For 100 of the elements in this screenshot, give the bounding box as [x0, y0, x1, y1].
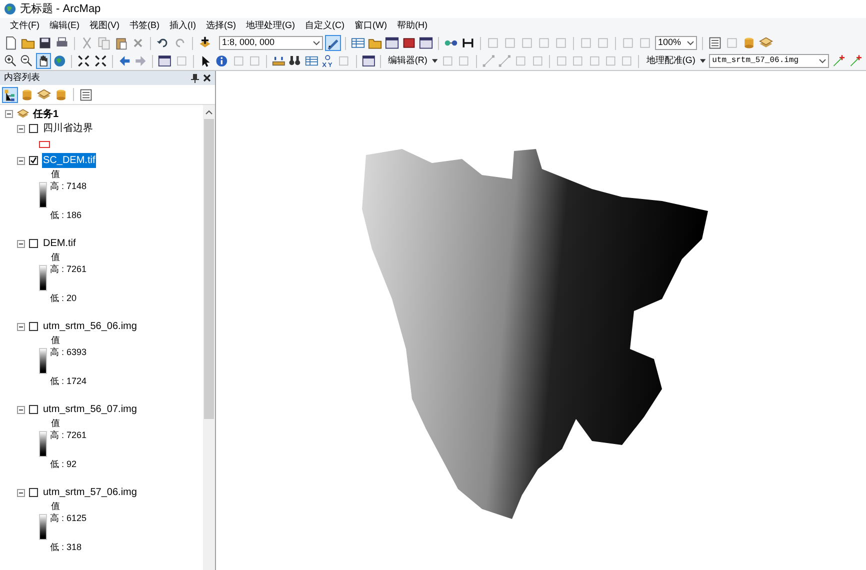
close-icon[interactable]	[203, 74, 211, 82]
layer-checkbox[interactable]	[29, 124, 38, 133]
layer-checkbox[interactable]	[29, 405, 38, 414]
legend-heading: 值	[50, 251, 61, 263]
window-icon[interactable]	[362, 54, 375, 68]
menu-item[interactable]: 视图(V)	[88, 19, 122, 33]
xy-icon[interactable]	[321, 54, 334, 68]
paste-icon[interactable]	[114, 36, 128, 50]
save-icon[interactable]	[38, 36, 52, 50]
legend-label: 高 : 7261	[50, 429, 87, 442]
globe-icon	[4, 3, 16, 15]
ruler-icon[interactable]	[272, 54, 286, 68]
delete-icon[interactable]	[131, 36, 145, 50]
scrollbar[interactable]	[203, 105, 215, 570]
menu-item[interactable]: 插入(I)	[168, 19, 198, 33]
group-name[interactable]: 任务1	[33, 106, 59, 122]
new-document-icon[interactable]	[4, 36, 18, 50]
layer-checkbox[interactable]	[29, 322, 38, 331]
menu-item[interactable]: 地理处理(G)	[244, 19, 297, 33]
database-icon[interactable]	[742, 36, 756, 50]
globe-icon[interactable]	[52, 54, 66, 68]
folder-icon[interactable]	[368, 36, 382, 50]
legend-label: 高 : 7261	[50, 263, 87, 276]
legend-label: 高 : 7148	[50, 180, 87, 193]
list-icon[interactable]	[708, 36, 722, 50]
binoculars-icon[interactable]	[288, 54, 302, 68]
layers-icon[interactable]	[759, 36, 773, 50]
collapse-icon[interactable]	[17, 406, 25, 414]
caret-icon[interactable]	[700, 59, 706, 63]
legend-heading: 值	[50, 417, 61, 429]
collapse-icon[interactable]	[17, 322, 25, 330]
editor-menu[interactable]: 编辑器(R)	[386, 54, 430, 68]
legend-label: 低 : 20	[50, 292, 78, 304]
menu-item[interactable]: 自定义(C)	[303, 19, 346, 33]
layer-checkbox[interactable]	[29, 239, 38, 248]
menu-item[interactable]: 选择(S)	[204, 19, 238, 33]
arrows-icon[interactable]	[94, 54, 107, 68]
window-icon[interactable]	[158, 54, 172, 68]
polygon-symbol	[39, 141, 50, 148]
database-icon[interactable]	[54, 88, 68, 102]
table-icon[interactable]	[351, 36, 365, 50]
add-point-icon[interactable]	[832, 54, 846, 68]
collapse-icon[interactable]	[17, 240, 25, 248]
layer-name[interactable]: utm_srtm_56_07.img	[42, 402, 138, 417]
dropdown-field[interactable]: utm_srtm_57_06.img	[709, 54, 830, 68]
menu-item[interactable]: 帮助(H)	[395, 19, 430, 33]
menu-item[interactable]: 窗口(W)	[352, 19, 389, 33]
panel-title: 内容列表	[4, 71, 40, 84]
info-icon[interactable]	[215, 54, 229, 68]
layer-checkbox[interactable]	[29, 156, 38, 165]
list-icon[interactable]	[79, 88, 93, 102]
arrows-icon[interactable]	[77, 54, 91, 68]
bar-icon[interactable]	[461, 36, 475, 50]
back-arrow-icon[interactable]	[118, 54, 132, 68]
legend-heading: 值	[50, 500, 61, 512]
add-point-icon[interactable]	[848, 54, 862, 68]
legend-heading: 值	[50, 334, 61, 346]
undo-icon[interactable]	[156, 36, 170, 50]
dropdown-field[interactable]: 1:8, 000, 000	[219, 36, 323, 50]
collapse-icon[interactable]	[17, 156, 25, 164]
layers-icon	[17, 108, 29, 120]
legend-heading: 值	[50, 168, 61, 180]
layer-name[interactable]: utm_srtm_57_06.img	[42, 485, 138, 500]
collapse-icon[interactable]	[17, 488, 25, 496]
menu-item[interactable]: 文件(F)	[8, 19, 42, 33]
color-ramp	[39, 514, 47, 540]
window-title: 无标题 - ArcMap	[20, 2, 101, 17]
color-ramp	[39, 348, 47, 374]
collapse-icon[interactable]	[5, 110, 13, 118]
table-icon[interactable]	[304, 54, 318, 68]
scroll-up-icon[interactable]	[205, 109, 213, 115]
layers-icon[interactable]	[37, 88, 51, 102]
pencil-icon[interactable]	[326, 36, 340, 50]
legend-label: 高 : 6125	[50, 512, 87, 525]
layer-name[interactable]: 四川省边界	[42, 121, 94, 136]
color-ramp	[39, 265, 47, 291]
layer-checkbox[interactable]	[29, 488, 38, 497]
layer-tree-icon[interactable]	[3, 88, 17, 102]
window-icon[interactable]	[419, 36, 433, 50]
legend-label: 低 : 92	[50, 458, 78, 470]
dropdown-field[interactable]: 100%	[655, 36, 697, 50]
legend-label: 高 : 6393	[50, 346, 87, 359]
zoom-in-icon[interactable]	[4, 54, 18, 68]
collapse-icon[interactable]	[17, 124, 25, 132]
toolbox-icon[interactable]	[402, 36, 416, 50]
caret-icon[interactable]	[432, 59, 438, 63]
zoom-out-icon[interactable]	[20, 54, 34, 68]
color-ramp	[39, 431, 47, 457]
georeferencing-menu[interactable]: 地理配准(G)	[644, 54, 698, 68]
window-icon[interactable]	[385, 36, 399, 50]
layer-name[interactable]: DEM.tif	[42, 236, 77, 251]
add-data-icon[interactable]	[198, 36, 212, 50]
menu-item[interactable]: 编辑(E)	[48, 19, 82, 33]
layer-name[interactable]: utm_srtm_56_06.img	[42, 319, 138, 334]
color-ramp	[39, 182, 47, 208]
folder-icon[interactable]	[21, 36, 35, 50]
scrollbar-thumb[interactable]	[204, 119, 214, 419]
menu-item[interactable]: 书签(B)	[128, 19, 162, 33]
layer-name[interactable]: SC_DEM.tif	[42, 153, 96, 168]
pin-icon[interactable]	[191, 74, 199, 82]
